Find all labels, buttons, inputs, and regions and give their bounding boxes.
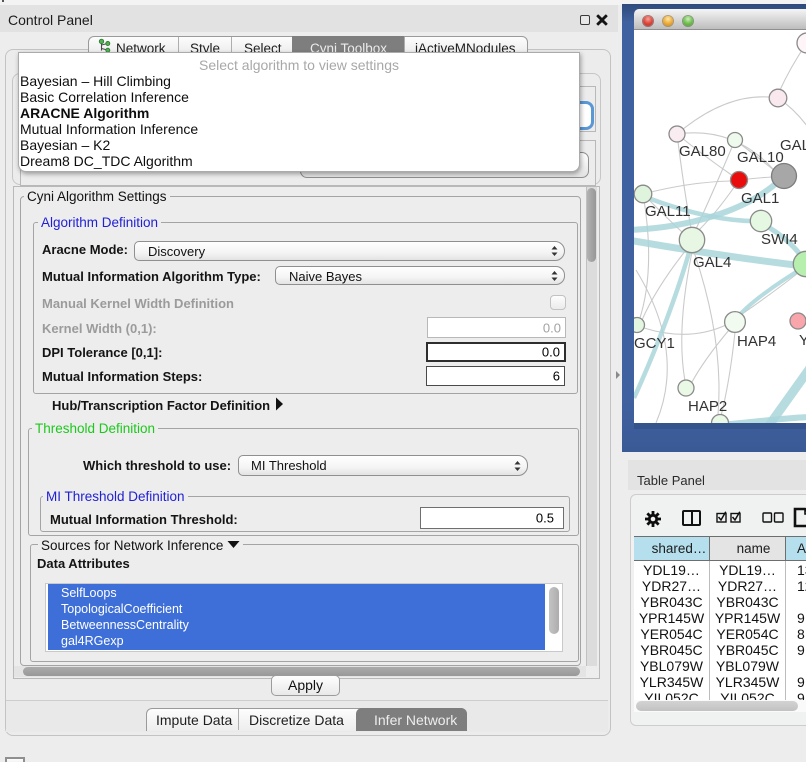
svg-text:SWI4: SWI4 <box>761 231 798 248</box>
svg-text:GAL4: GAL4 <box>693 254 731 271</box>
svg-text:GAL80: GAL80 <box>679 143 726 160</box>
svg-text:GAL: GAL <box>780 137 806 154</box>
svg-text:GAL10: GAL10 <box>737 149 784 166</box>
svg-text:GAL11: GAL11 <box>645 203 691 220</box>
svg-text:Y: Y <box>799 332 806 349</box>
svg-text:HAP4: HAP4 <box>737 333 776 350</box>
svg-text:HAP2: HAP2 <box>688 398 727 415</box>
svg-text:GCY1: GCY1 <box>634 335 675 352</box>
svg-text:GAL1: GAL1 <box>741 190 779 207</box>
